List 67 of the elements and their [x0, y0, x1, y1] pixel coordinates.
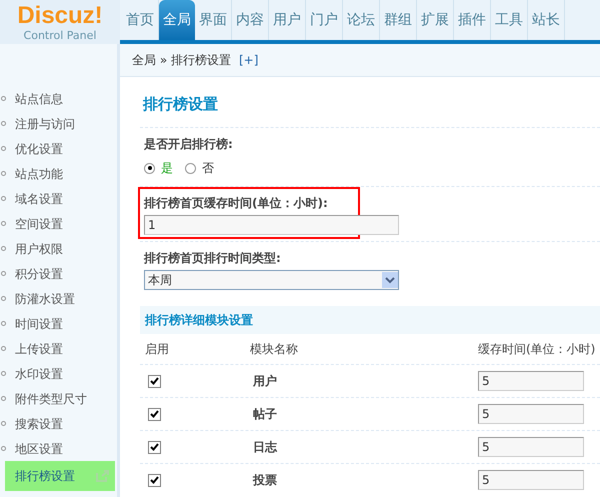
bullet-icon [1, 446, 6, 451]
column-header: 模块名称 [250, 341, 299, 358]
section-header: 排行榜详细模块设置 [140, 306, 600, 334]
check-icon [150, 410, 159, 418]
bullet-icon [1, 296, 6, 301]
bullet-icon [1, 321, 6, 326]
sidebar-item[interactable]: 积分设置 [0, 261, 117, 286]
module-name: 日志 [253, 439, 278, 456]
input-field[interactable]: 5 [478, 437, 584, 457]
checkbox[interactable] [148, 374, 161, 388]
bullet-icon [1, 246, 6, 251]
sidebar-item[interactable]: 时间设置 [0, 311, 117, 336]
sidebar-item[interactable]: 注册与访问 [0, 111, 117, 136]
radio-button[interactable] [185, 162, 196, 174]
select-field[interactable]: 本周 [144, 270, 399, 290]
input-field[interactable]: 5 [478, 404, 584, 424]
bullet-icon [1, 271, 6, 276]
bullet-icon [1, 171, 6, 176]
sidebar-item[interactable]: 上传设置 [0, 336, 117, 361]
expand-link[interactable]: [+] [238, 51, 258, 69]
external-link-icon [96, 470, 109, 482]
bullet-icon [1, 346, 6, 351]
breadcrumb: 全局 » 排行榜设置 [132, 52, 231, 69]
module-name: 帖子 [253, 406, 278, 423]
column-header: 缓存时间(单位：小时) [478, 341, 596, 358]
checkbox[interactable] [148, 440, 161, 454]
input-field[interactable]: 5 [478, 470, 584, 490]
check-icon [150, 377, 159, 385]
sidebar-item[interactable]: 附件类型尺寸 [0, 386, 117, 411]
check-icon [150, 443, 159, 451]
bullet-icon [1, 421, 6, 426]
check-icon [150, 476, 159, 484]
setting-label: 排行榜首页缓存时间(单位：小时): [144, 195, 329, 212]
checkbox[interactable] [148, 408, 161, 420]
bullet-icon [1, 96, 6, 101]
radio-button[interactable] [144, 162, 155, 174]
sidebar-item[interactable]: 防灌水设置 [0, 286, 117, 311]
sidebar-item[interactable]: 域名设置 [0, 186, 117, 211]
bullet-icon [1, 121, 6, 126]
sidebar-item[interactable]: 搜索设置 [0, 411, 117, 436]
sidebar-item[interactable]: 优化设置 [0, 136, 117, 161]
sidebar-item[interactable]: 水印设置 [0, 361, 117, 386]
page-title: 排行榜设置 [142, 94, 219, 115]
nav-tab[interactable]: 全局 [159, 0, 195, 40]
logo-text: Discuz! [17, 3, 103, 29]
sidebar-item[interactable]: 地区设置 [0, 436, 117, 461]
checkbox[interactable] [148, 474, 161, 486]
column-header: 启用 [145, 341, 170, 358]
sidebar-item[interactable]: 排行榜设置 [5, 461, 115, 491]
logo-subtitle: Control Panel [24, 29, 96, 43]
input-field[interactable]: 1 [144, 215, 399, 235]
setting-label: 是否开启排行榜: [144, 136, 234, 153]
bullet-icon [1, 396, 6, 401]
bullet-icon [1, 221, 6, 226]
sidebar-item[interactable]: 用户权限 [0, 236, 117, 261]
module-name: 用户 [253, 373, 278, 390]
input-field[interactable]: 5 [478, 371, 584, 391]
setting-label: 排行榜首页排行时间类型: [144, 250, 282, 267]
module-name: 投票 [253, 472, 278, 489]
radio-label: 否 [202, 160, 214, 177]
bullet-icon [1, 196, 6, 201]
sidebar-item[interactable]: 空间设置 [0, 211, 117, 236]
bullet-icon [1, 146, 6, 151]
sidebar-item[interactable]: 站点功能 [0, 161, 117, 186]
bullet-icon [1, 371, 6, 376]
radio-label: 是 [161, 160, 173, 177]
sidebar-item[interactable]: 站点信息 [0, 86, 117, 111]
